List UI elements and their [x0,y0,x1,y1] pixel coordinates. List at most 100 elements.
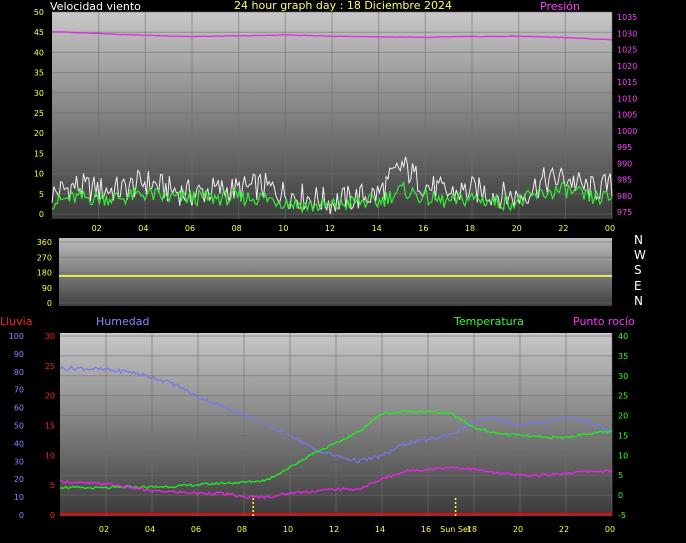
wind-tick-label-1: 5 [39,190,44,199]
direction-tick-label-2: 180 [37,269,52,278]
humidity-tick-label-8: 80 [14,368,24,377]
wind-time-label-2: 06 [185,224,195,233]
wind-time-label-1: 04 [138,224,148,233]
wind-tick-label-6: 30 [34,89,44,98]
climate-time-label-7: 16 [421,525,431,534]
pressure-tick-label-3: 990 [617,159,632,168]
humidity-tick-label-5: 50 [14,422,24,431]
humidity-tick-label-6: 60 [14,404,24,413]
temperature-axis-labels: -5 0 5 10 15 20 25 30 35 40 [618,332,628,520]
wind-tick-label-10: 50 [34,8,44,17]
wind-time-label-3: 08 [232,224,242,233]
wind-tick-label-2: 10 [34,170,44,179]
wind-tick-label-0: 0 [39,210,44,219]
humidity-tick-label-1: 10 [14,493,24,502]
humidity-label: Humedad [96,315,149,328]
dew-point-label: Punto rocío [573,315,635,328]
rain-tick-label-0: 0 [50,511,55,520]
temperature-tick-label-9: 40 [618,332,628,341]
climate-time-label-5: 12 [329,525,339,534]
pressure-tick-label-11: 1030 [617,29,637,38]
humidity-tick-label-4: 40 [14,439,24,448]
climate-panel: Sun Set 0102030405060708090100 051015202… [0,315,635,534]
wind-tick-label-3: 15 [34,149,44,158]
chart-title: 24 hour graph day : 18 Diciembre 2024 [234,0,452,12]
direction-tick-label-3: 270 [37,253,52,262]
wind-time-labels: 02 04 06 08 10 12 14 16 18 20 22 00 [92,224,616,233]
pressure-tick-label-2: 985 [617,176,632,185]
pressure-label: Presión [540,0,580,13]
pressure-tick-label-12: 1035 [617,13,637,22]
humidity-tick-label-9: 90 [14,350,24,359]
climate-time-label-8: 18 [467,525,477,534]
compass-label-e: E [634,279,642,293]
climate-time-label-6: 14 [375,525,385,534]
compass-label-n-top: N [634,233,643,247]
rain-tick-label-6: 30 [45,332,55,341]
wind-time-label-0: 02 [92,224,102,233]
direction-axis-labels: 0 90 180 270 360 [37,238,52,308]
climate-time-label-9: 20 [513,525,523,534]
pressure-tick-label-5: 1000 [617,127,637,136]
wind-tick-label-5: 25 [34,109,44,118]
climate-time-label-3: 08 [237,525,247,534]
rain-axis-labels: 0 5 10 15 20 25 30 [45,332,55,520]
wind-tick-label-9: 45 [34,28,44,37]
humidity-axis-labels: 0 10 20 30 40 50 60 70 80 90 100 [9,332,24,520]
rain-label: Lluvia [0,315,32,328]
direction-tick-label-4: 360 [37,238,52,247]
compass-label-s: S [634,263,642,277]
weather-graph: 05101520253035404550 9759809859909951000… [0,0,646,534]
humidity-tick-label-2: 20 [14,475,24,484]
humidity-tick-label-10: 100 [9,332,24,341]
climate-time-label-2: 06 [191,525,201,534]
pressure-tick-label-8: 1015 [617,78,637,87]
pressure-axis-labels: 975 980 985 990 995 1000 1005 1010 1015 1020 1025 1… [617,13,637,217]
climate-time-label-0: 02 [99,525,109,534]
wind-axis-labels: 0 5 10 15 20 25 30 35 40 45 50 [34,8,44,219]
temperature-label: Temperatura [453,315,524,328]
climate-time-label-4: 10 [283,525,293,534]
wind-time-label-8: 18 [465,224,475,233]
compass-label-w: W [634,248,646,262]
climate-time-label-10: 22 [559,525,569,534]
wind-time-label-7: 16 [418,224,428,233]
wind-time-label-5: 12 [325,224,335,233]
pressure-tick-label-4: 995 [617,143,632,152]
wind-pressure-panel: 05101520253035404550 9759809859909951000… [34,0,638,233]
rain-tick-label-5: 25 [45,362,55,371]
pressure-tick-label-7: 1010 [617,94,637,103]
humidity-tick-label-3: 30 [14,457,24,466]
temperature-tick-label-3: 10 [618,451,628,460]
rain-tick-label-3: 15 [45,422,55,431]
wind-tick-label-4: 20 [34,129,44,138]
compass-label-n-bottom: N [634,294,643,308]
pressure-tick-label-9: 1020 [617,62,637,71]
climate-time-label-11: 00 [605,525,615,534]
pressure-tick-label-0: 975 [617,208,632,217]
pressure-tick-label-1: 980 [617,192,632,201]
rain-tick-label-2: 10 [45,451,55,460]
temperature-tick-label-0: -5 [618,511,626,520]
temperature-tick-label-2: 5 [618,471,623,480]
rain-tick-label-1: 5 [50,481,55,490]
temperature-tick-label-5: 20 [618,412,628,421]
climate-time-label-1: 04 [145,525,155,534]
temperature-tick-label-1: 0 [618,491,623,500]
climate-time-labels: 02 04 06 08 10 12 14 16 18 20 22 00 [99,525,615,534]
direction-tick-label-0: 0 [47,299,52,308]
temperature-tick-label-6: 25 [618,392,628,401]
direction-panel: 0 90 180 270 360 N W S E N [37,233,646,308]
wind-time-label-9: 20 [512,224,522,233]
wind-time-label-10: 22 [558,224,568,233]
wind-tick-label-7: 35 [34,69,44,78]
humidity-tick-label-0: 0 [19,511,24,520]
wind-time-label-11: 00 [605,224,615,233]
humidity-tick-label-7: 70 [14,386,24,395]
rain-tick-label-4: 20 [45,392,55,401]
direction-tick-label-1: 90 [42,284,52,293]
pressure-tick-label-6: 1005 [617,111,637,120]
pressure-tick-label-10: 1025 [617,46,637,55]
temperature-tick-label-8: 35 [618,352,628,361]
wind-time-label-6: 14 [372,224,382,233]
